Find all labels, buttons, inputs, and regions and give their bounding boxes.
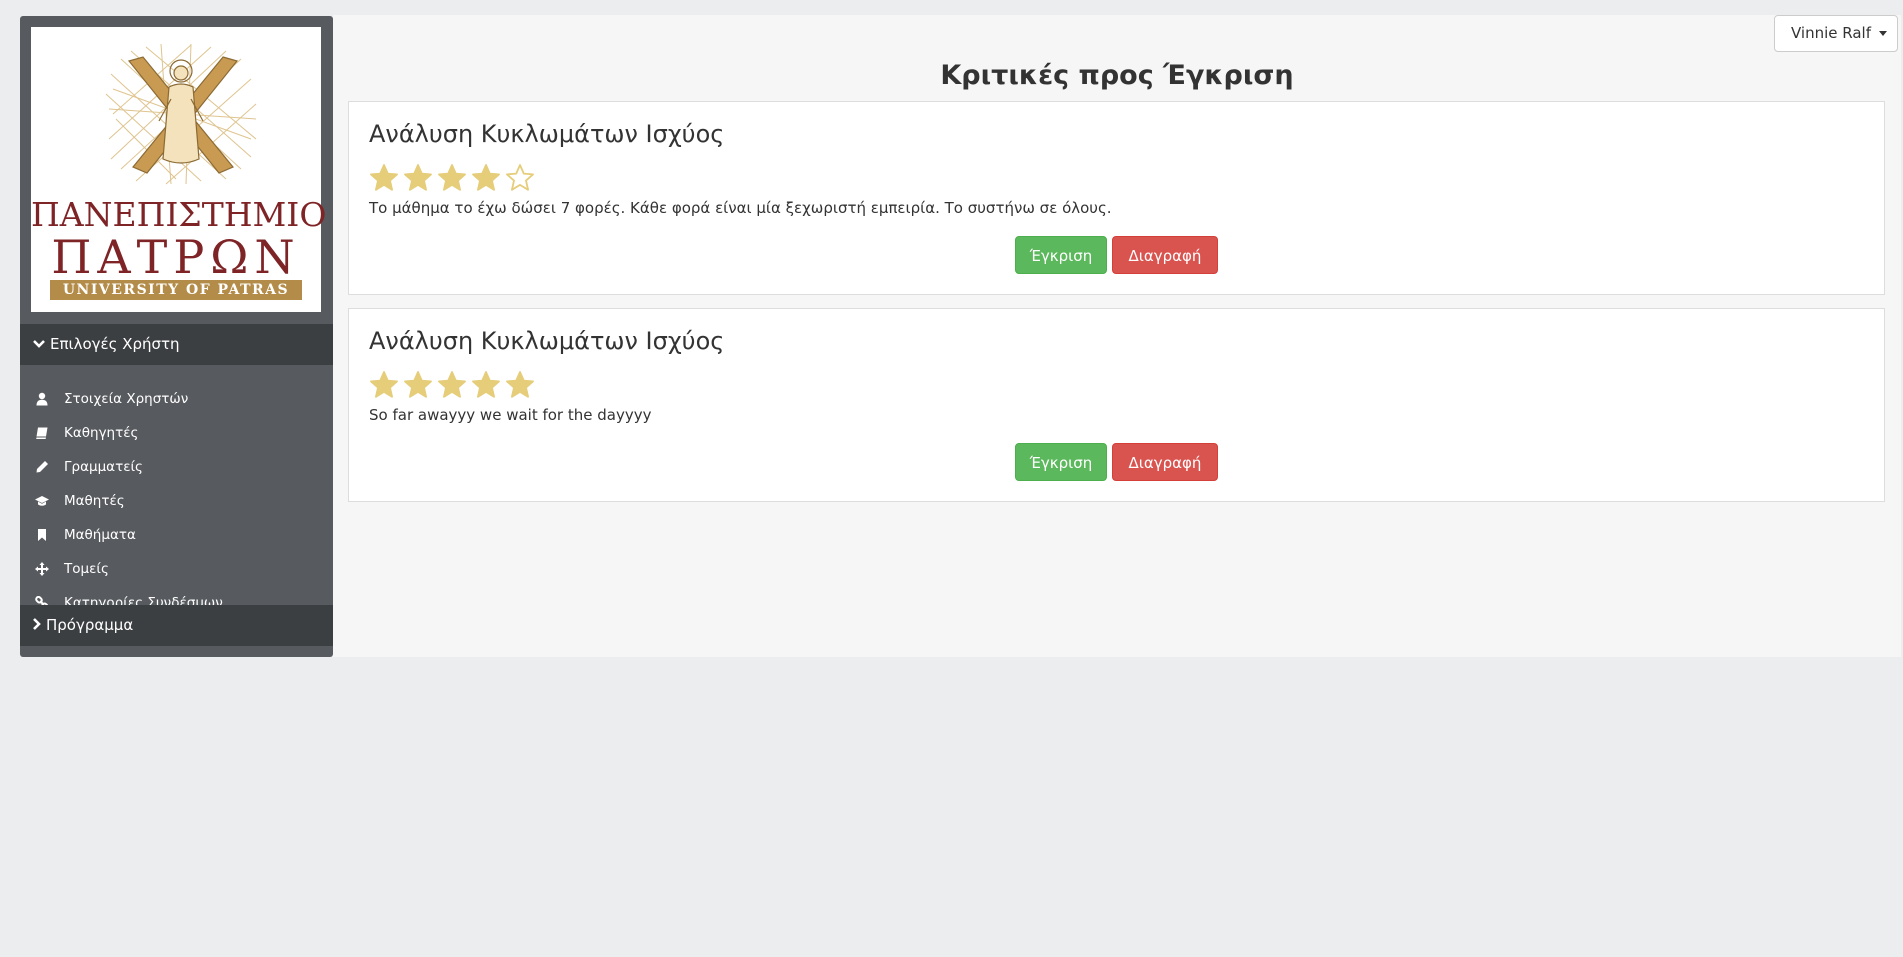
review-course-title: Ανάλυση Κυκλωμάτων Ισχύος: [369, 120, 725, 148]
sidebar-section-label: Πρόγραμμα: [46, 616, 134, 634]
star-rating: [369, 163, 539, 193]
saint-andrew-emblem-icon: [105, 43, 257, 185]
review-text: So far awayyy we wait for the dayyyy: [369, 406, 652, 424]
review-course-title: Ανάλυση Κυκλωμάτων Ισχύος: [369, 327, 725, 355]
move-arrows-icon: [34, 561, 50, 577]
logo-text-greek-patras: ΠΑΤΡΩΝ: [51, 230, 301, 284]
sidebar-item-students[interactable]: Μαθητές: [20, 484, 333, 518]
sidebar-item-label: Μαθήματα: [64, 527, 136, 543]
sidebar-item-departments[interactable]: Τομείς: [20, 552, 333, 586]
sidebar-item-label: Γραμματείς: [64, 459, 143, 475]
logo-text-english: UNIVERSITY OF PATRAS: [50, 280, 302, 300]
sidebar-item-label: Καθηγητές: [64, 425, 139, 441]
star-filled-icon: [404, 164, 432, 191]
chevron-down-icon: [32, 324, 46, 365]
user-name: Vinnie Ralf: [1791, 24, 1872, 42]
sidebar-item-label: Μαθητές: [64, 493, 125, 509]
sidebar-item-label: Τομείς: [64, 561, 109, 577]
page-title: Κριτικές προς Έγκριση: [940, 60, 1294, 91]
user-dropdown-button[interactable]: Vinnie Ralf: [1774, 15, 1898, 52]
sidebar-menu: Στοιχεία Χρηστών Καθηγητές Γραμματείς Μα…: [20, 382, 333, 620]
sidebar: ΠΑΝΕΠΙΣΤΗΜΙΟ ΠΑΤΡΩΝ UNIVERSITY OF PATRAS…: [20, 16, 333, 657]
review-text: Το μάθημα το έχω δώσει 7 φορές. Κάθε φορ…: [369, 199, 1112, 217]
delete-button[interactable]: Διαγραφή: [1112, 443, 1218, 481]
review-card: Ανάλυση Κυκλωμάτων Ισχύος Το μάθημα το έ…: [348, 101, 1885, 295]
star-filled-icon: [472, 371, 500, 398]
sidebar-item-courses[interactable]: Μαθήματα: [20, 518, 333, 552]
sidebar-section-program[interactable]: Πρόγραμμα: [20, 605, 333, 646]
star-rating: [369, 370, 539, 400]
sidebar-section-label: Επιλογές Χρήστη: [50, 335, 180, 353]
star-filled-icon: [438, 164, 466, 191]
delete-button[interactable]: Διαγραφή: [1112, 236, 1218, 274]
chevron-right-icon: [32, 605, 42, 646]
sidebar-item-secretaries[interactable]: Γραμματείς: [20, 450, 333, 484]
sidebar-section-user-options[interactable]: Επιλογές Χρήστη: [20, 324, 333, 365]
star-empty-icon: [506, 164, 534, 191]
star-filled-icon: [506, 371, 534, 398]
user-icon: [34, 391, 50, 407]
approve-button[interactable]: Έγκριση: [1015, 443, 1107, 481]
caret-down-icon: [1879, 31, 1888, 36]
star-filled-icon: [404, 371, 432, 398]
university-logo: ΠΑΝΕΠΙΣΤΗΜΙΟ ΠΑΤΡΩΝ UNIVERSITY OF PATRAS: [31, 27, 327, 312]
sidebar-item-professors[interactable]: Καθηγητές: [20, 416, 333, 450]
sidebar-item-users[interactable]: Στοιχεία Χρηστών: [20, 382, 333, 416]
pencil-icon: [34, 459, 50, 475]
star-filled-icon: [438, 371, 466, 398]
graduation-cap-icon: [34, 493, 50, 509]
star-filled-icon: [370, 164, 398, 191]
sidebar-item-label: Στοιχεία Χρηστών: [64, 391, 189, 407]
star-filled-icon: [370, 371, 398, 398]
approve-button[interactable]: Έγκριση: [1015, 236, 1107, 274]
bookmark-icon: [34, 527, 50, 543]
book-icon: [34, 425, 50, 441]
logo-text-greek-university: ΠΑΝΕΠΙΣΤΗΜΙΟ: [31, 195, 327, 234]
review-card: Ανάλυση Κυκλωμάτων Ισχύος So far awayyy …: [348, 308, 1885, 502]
star-filled-icon: [472, 164, 500, 191]
